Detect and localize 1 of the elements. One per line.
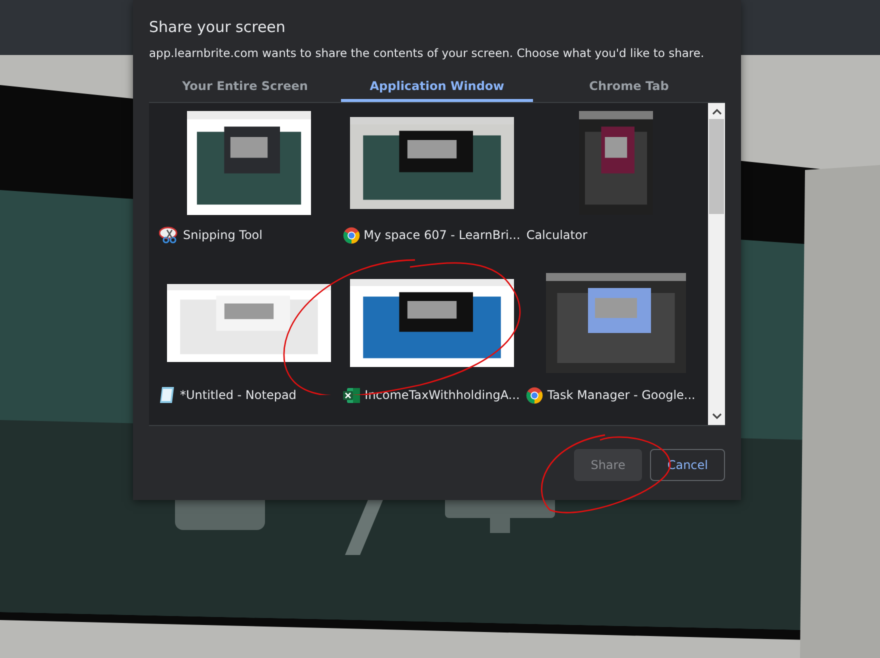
- dialog-title: Share your screen: [149, 17, 286, 37]
